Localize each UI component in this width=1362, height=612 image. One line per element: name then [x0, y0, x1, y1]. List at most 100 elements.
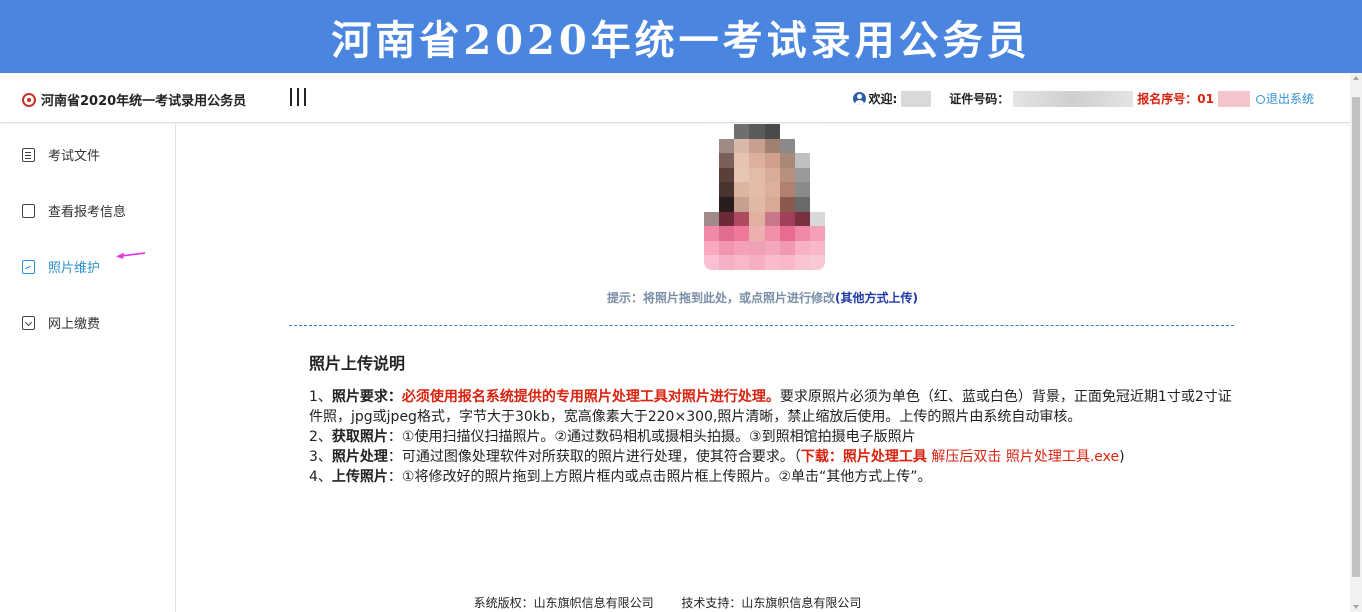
sidebar-item-label: 考试文件 — [48, 149, 101, 164]
photo-pixel — [794, 124, 810, 139]
footer: 系统版权：山东旗帜信息有限公司 技术支持：山东旗帜信息有限公司 — [0, 594, 1335, 611]
photo-pixel — [719, 124, 735, 139]
photo-pixel — [719, 255, 735, 270]
document-icon — [22, 147, 35, 162]
power-icon — [1255, 95, 1265, 104]
profile-icon — [22, 203, 35, 218]
vertical-scrollbar[interactable] — [1350, 73, 1362, 612]
photo-pixel — [809, 197, 825, 212]
upload-hint: 提示：将照片拖到此处，或点照片进行修改(其他方式上传) — [607, 291, 918, 305]
sidebar-item-view-registration-info[interactable]: 查看报考信息 — [22, 201, 126, 220]
menu-toggle-button[interactable] — [290, 88, 306, 106]
photo-pixel — [704, 255, 720, 270]
photo-pixel — [809, 167, 825, 183]
photo-pixel — [749, 197, 765, 212]
photo-pixel — [704, 182, 720, 197]
instruction-item: 4、上传照片：①将修改好的照片拖到上方照片框内或点击照片框上传照片。②单击“其他… — [309, 469, 932, 485]
user-info: 欢迎: 证件号码： 报名序号：01 退出系统 — [853, 90, 1314, 107]
scrollbar-thumb[interactable] — [1352, 97, 1360, 577]
photo-pixel — [809, 211, 825, 227]
instructions-title: 照片上传说明 — [309, 354, 406, 373]
user-icon — [853, 92, 867, 105]
photo-pixel — [734, 211, 750, 227]
photo-pixel — [749, 167, 765, 183]
photo-pixel — [704, 240, 720, 256]
photo-pixel — [809, 226, 825, 241]
photo-pixel — [749, 182, 765, 197]
photo-pixel — [749, 240, 765, 256]
photo-pixel — [779, 167, 795, 183]
logout-label: 退出系统 — [1265, 92, 1314, 106]
photo-pixel — [809, 138, 825, 154]
photo-pixel — [719, 167, 735, 183]
photo-pixel — [734, 226, 750, 241]
photo-pixel — [794, 255, 810, 270]
photo-pixel — [809, 182, 825, 197]
payment-icon — [22, 315, 35, 330]
photo-pixel — [719, 138, 735, 154]
photo-pixel — [794, 167, 810, 183]
username-redacted — [901, 90, 932, 107]
scroll-down-arrow-icon[interactable] — [1353, 605, 1359, 609]
photo-pixel — [719, 226, 735, 241]
photo-pixel — [779, 255, 795, 270]
scroll-up-arrow-icon[interactable] — [1353, 76, 1359, 80]
photo-pixel — [749, 153, 765, 168]
photo-pixel — [719, 197, 735, 212]
photo-pixel — [764, 138, 780, 154]
photo-pixel — [779, 124, 795, 139]
photo-pixel — [779, 182, 795, 197]
sidebar-item-label: 网上缴费 — [48, 317, 101, 332]
photo-pixel — [749, 138, 765, 154]
registration-number-label: 报名序号：01 — [1137, 92, 1214, 106]
photo-icon — [22, 259, 35, 274]
section-divider — [289, 325, 1234, 326]
photo-pixel — [749, 226, 765, 241]
photo-pixel — [809, 240, 825, 256]
photo-pixel — [779, 153, 795, 168]
instruction-item: 2、获取照片：①使用扫描仪扫描照片。②通过数码相机或摄相头拍摄。③到照相馆拍摄电… — [309, 429, 916, 445]
sidebar-item-label: 查看报考信息 — [48, 205, 127, 220]
photo-pixel — [809, 255, 825, 270]
photo-pixel — [809, 124, 825, 139]
brand: 河南省2020年统一考试录用公务员 — [22, 90, 246, 109]
sidebar-item-online-payment[interactable]: 网上缴费 — [22, 313, 100, 332]
emblem-icon — [22, 92, 36, 107]
photo-pixel — [749, 211, 765, 227]
photo-upload-box[interactable] — [704, 124, 825, 270]
photo-pixel — [704, 167, 720, 183]
banner-title: 河南省2020年统一考试录用公务员 — [331, 16, 1031, 64]
upload-instructions: 照片上传说明 1、照片要求：必须使用报名系统提供的专用照片处理工具对照片进行处理… — [309, 350, 1239, 487]
photo-pixel — [794, 211, 810, 227]
photo-pixel — [719, 211, 735, 227]
photo-pixel — [794, 138, 810, 154]
photo-pixel — [779, 211, 795, 227]
id-number-label: 证件号码： — [949, 92, 1010, 106]
photo-pixel — [779, 240, 795, 256]
sidebar-item-exam-documents[interactable]: 考试文件 — [22, 145, 100, 164]
photo-pixel — [704, 211, 720, 227]
photo-pixel — [779, 138, 795, 154]
photo-pixel — [704, 226, 720, 241]
photo-pixel — [779, 226, 795, 241]
photo-pixel — [794, 153, 810, 168]
top-navbar: 河南省2020年统一考试录用公务员 欢迎: 证件号码： 报名序号：01 退出系统 — [0, 73, 1350, 123]
sidebar-item-photo-maintenance[interactable]: 照片维护 — [22, 257, 100, 276]
photo-pixel — [704, 138, 720, 154]
photo-pixel — [764, 211, 780, 227]
photo-pixel — [764, 182, 780, 197]
photo-pixel — [764, 197, 780, 212]
other-upload-link[interactable]: 其他方式上传 — [841, 291, 913, 305]
photo-pixel — [764, 226, 780, 241]
photo-pixel — [794, 240, 810, 256]
upload-hint-text: 提示：将照片拖到此处，或点照片进行修改 — [607, 291, 836, 305]
photo-pixel — [764, 167, 780, 183]
photo-pixel — [734, 153, 750, 168]
photo-pixel — [734, 240, 750, 256]
photo-pixel — [764, 153, 780, 168]
sidebar: 考试文件 查看报考信息 照片维护 网上缴费 — [0, 124, 176, 612]
download-tool-link[interactable]: 下载：照片处理工具 — [801, 449, 927, 465]
photo-pixel — [794, 226, 810, 241]
instruction-item: 3、照片处理：可通过图像处理软件对所获取的照片进行处理，使其符合要求。（下载：照… — [309, 449, 1125, 465]
logout-link[interactable]: 退出系统 — [1255, 90, 1314, 107]
